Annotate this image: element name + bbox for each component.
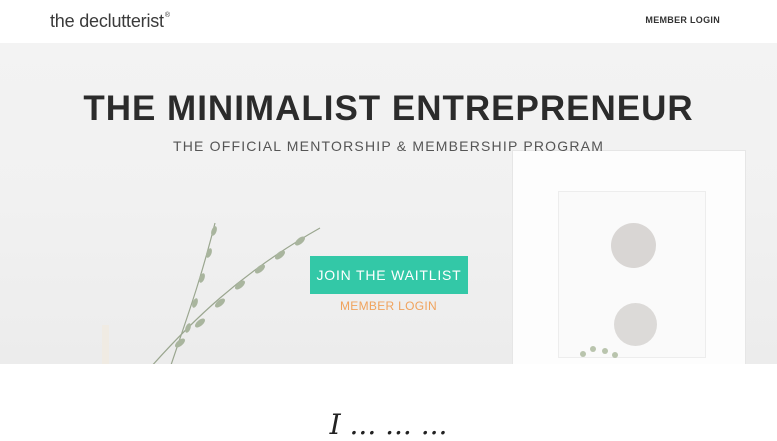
join-waitlist-button[interactable]: JOIN THE WAITLIST [310, 256, 468, 294]
page-subtitle: THE OFFICIAL MENTORSHIP & MEMBERSHIP PRO… [172, 138, 605, 154]
hero-section: THE MINIMALIST ENTREPRENEUR THE OFFICIAL… [0, 43, 777, 364]
header-member-login-link[interactable]: MEMBER LOGIN [645, 15, 720, 25]
registered-mark: ® [164, 12, 170, 19]
candle-image [102, 325, 109, 364]
script-heading: I ... ... ... [329, 408, 448, 441]
top-navbar: the declutterist® MEMBER LOGIN [0, 0, 777, 43]
content-section: I ... ... ... [0, 364, 777, 441]
eucalyptus-branch-image [152, 222, 321, 364]
site-logo[interactable]: the declutterist® [50, 11, 170, 32]
hero-member-login-link[interactable]: MEMBER LOGIN [0, 299, 777, 313]
logo-text: the declutterist [50, 11, 164, 31]
small-plant-image [580, 346, 618, 358]
art-circle-top [611, 223, 656, 268]
page-title: THE MINIMALIST ENTREPRENEUR [83, 89, 694, 128]
